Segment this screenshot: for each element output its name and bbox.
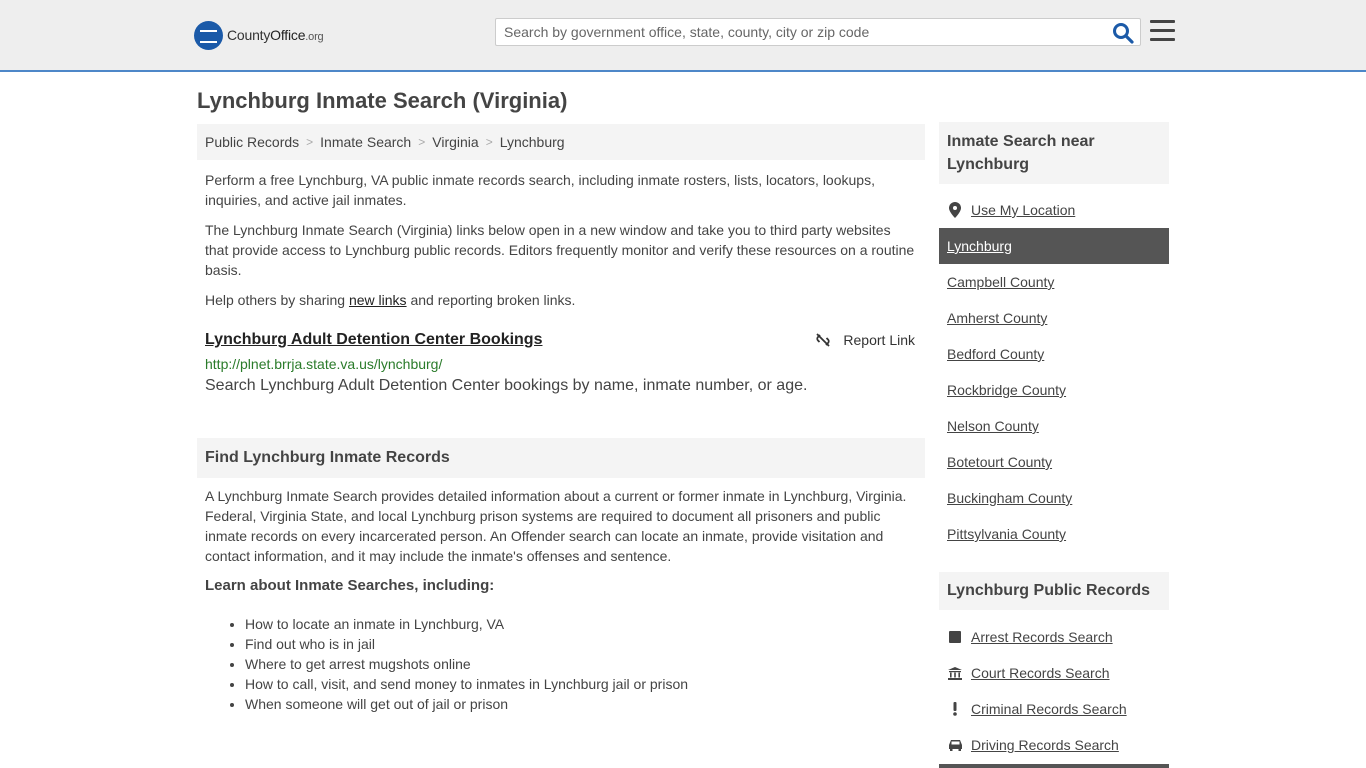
list-item: How to call, visit, and send money to in… (245, 674, 925, 694)
find-records-heading: Find Lynchburg Inmate Records (197, 438, 925, 478)
sidebar-item-rockbridge-county[interactable]: Rockbridge County (939, 372, 1169, 408)
sidebar-next-item-edge (939, 764, 1169, 768)
page-title: Lynchburg Inmate Search (Virginia) (197, 88, 568, 113)
breadcrumb-public-records[interactable]: Public Records (205, 134, 299, 150)
search-result: Lynchburg Adult Detention Center Booking… (197, 330, 925, 396)
new-links-link[interactable]: new links (349, 292, 407, 308)
result-title-link[interactable]: Lynchburg Adult Detention Center Booking… (205, 330, 542, 350)
top-bar: CountyOffice.org (0, 0, 1366, 72)
public-records-list: Arrest Records Search Court Records Sear… (939, 619, 1169, 763)
find-records-paragraph: A Lynchburg Inmate Search provides detai… (205, 488, 907, 564)
sidebar-item-court-records[interactable]: Court Records Search (939, 655, 1169, 691)
chevron-right-icon: > (418, 135, 426, 149)
sidebar-item-arrest-records[interactable]: Arrest Records Search (939, 619, 1169, 655)
search-box (495, 18, 1141, 46)
result-description: Search Lynchburg Adult Detention Center … (205, 377, 808, 394)
chevron-right-icon: > (306, 135, 314, 149)
sidebar-item-criminal-records[interactable]: Criminal Records Search (939, 691, 1169, 727)
learn-heading: Learn about Inmate Searches, including: (205, 577, 495, 594)
car-icon (947, 739, 963, 751)
nearby-list: Use My Location Lynchburg Campbell Count… (939, 192, 1169, 552)
exclamation-icon (947, 702, 963, 716)
chevron-right-icon: > (485, 135, 493, 149)
breadcrumb-inmate-search[interactable]: Inmate Search (320, 134, 411, 150)
sidebar: Inmate Search near Lynchburg Use My Loca… (939, 122, 1169, 763)
courthouse-icon (947, 666, 963, 680)
report-link-button[interactable]: Report Link (815, 332, 915, 348)
sidebar-item-buckingham-county[interactable]: Buckingham County (939, 480, 1169, 516)
map-pin-icon (947, 202, 963, 218)
sidebar-item-nelson-county[interactable]: Nelson County (939, 408, 1169, 444)
breadcrumb-virginia[interactable]: Virginia (432, 134, 478, 150)
use-my-location-link[interactable]: Use My Location (971, 202, 1075, 218)
list-item: How to locate an inmate in Lynchburg, VA (245, 614, 925, 634)
intro-paragraph: Perform a free Lynchburg, VA public inma… (205, 172, 875, 208)
search-icon[interactable] (1112, 22, 1134, 44)
logo-seal-icon (194, 20, 223, 50)
public-records-heading: Lynchburg Public Records (939, 572, 1169, 610)
sidebar-item-driving-records[interactable]: Driving Records Search (939, 727, 1169, 763)
result-url: http://plnet.brrja.state.va.us/lynchburg… (205, 356, 443, 372)
disclaimer-paragraph: The Lynchburg Inmate Search (Virginia) l… (205, 222, 915, 278)
main-content: Public Records > Inmate Search > Virgini… (197, 124, 925, 714)
nearby-heading: Inmate Search near Lynchburg (939, 122, 1169, 184)
list-item: When someone will get out of jail or pri… (245, 694, 925, 714)
breadcrumb-lynchburg[interactable]: Lynchburg (500, 134, 565, 150)
list-item: Where to get arrest mugshots online (245, 654, 925, 674)
learn-list: How to locate an inmate in Lynchburg, VA… (197, 614, 925, 714)
sidebar-item-bedford-county[interactable]: Bedford County (939, 336, 1169, 372)
breadcrumb: Public Records > Inmate Search > Virgini… (197, 124, 925, 160)
logo-text: CountyOffice.org (227, 27, 324, 43)
site-logo[interactable]: CountyOffice.org (194, 20, 324, 50)
square-icon (947, 631, 963, 643)
sidebar-item-botetourt-county[interactable]: Botetourt County (939, 444, 1169, 480)
search-input[interactable] (496, 19, 1106, 45)
use-my-location-item[interactable]: Use My Location (939, 192, 1169, 228)
sidebar-item-lynchburg[interactable]: Lynchburg (939, 228, 1169, 264)
sidebar-item-amherst-county[interactable]: Amherst County (939, 300, 1169, 336)
list-item: Find out who is in jail (245, 634, 925, 654)
sidebar-item-pittsylvania-county[interactable]: Pittsylvania County (939, 516, 1169, 552)
sidebar-item-campbell-county[interactable]: Campbell County (939, 264, 1169, 300)
hamburger-menu-icon[interactable] (1150, 20, 1175, 42)
share-paragraph: Help others by sharing new links and rep… (205, 292, 576, 308)
broken-link-icon (816, 333, 831, 347)
